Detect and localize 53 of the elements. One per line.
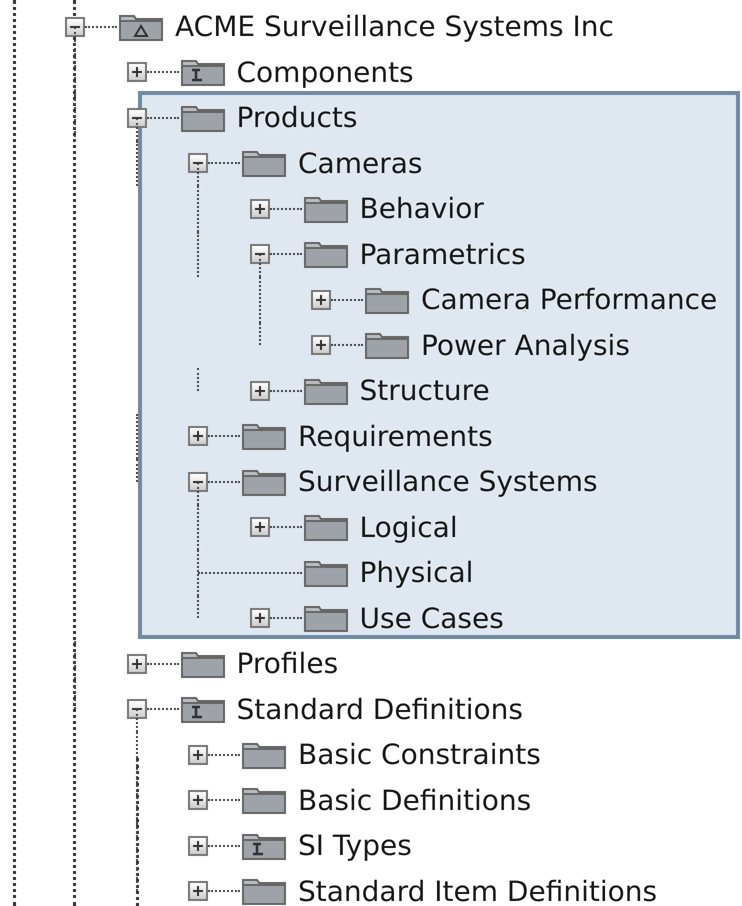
- collapse-toggle[interactable]: [65, 16, 85, 37]
- expand-toggle[interactable]: [188, 426, 208, 446]
- plus-icon: [254, 612, 266, 624]
- tree-item-label[interactable]: Camera Performance: [421, 283, 718, 316]
- tree-item-label[interactable]: Products: [236, 101, 358, 134]
- tree-item-label[interactable]: Use Cases: [360, 602, 504, 635]
- expand-toggle[interactable]: [126, 62, 146, 82]
- collapse-toggle[interactable]: [188, 153, 208, 174]
- expand-toggle[interactable]: [188, 881, 208, 902]
- tree-item-label[interactable]: Components: [236, 56, 414, 89]
- tree-item-label[interactable]: Standard Definitions: [236, 692, 523, 726]
- tree-item-label[interactable]: Basic Constraints: [298, 738, 541, 772]
- plus-icon: [192, 885, 204, 898]
- plus-icon: [192, 794, 204, 806]
- expand-toggle[interactable]: [250, 608, 270, 628]
- plus-icon: [254, 202, 266, 215]
- tree-item-label[interactable]: SI Types: [298, 829, 412, 862]
- expand-toggle[interactable]: [250, 198, 270, 219]
- tree-item-label[interactable]: Parametrics: [360, 238, 526, 271]
- tree-item-label[interactable]: Surveillance Systems: [298, 465, 598, 498]
- expand-toggle[interactable]: [250, 380, 270, 401]
- collapse-toggle[interactable]: [250, 244, 270, 264]
- folder-icon: [241, 876, 287, 906]
- tree-item-label[interactable]: Basic Definitions: [298, 784, 532, 817]
- expand-toggle[interactable]: [188, 744, 208, 765]
- tree-item-label[interactable]: Physical: [360, 556, 474, 590]
- tree-item-label[interactable]: Standard Item Definitions: [298, 874, 658, 906]
- plus-icon: [254, 384, 266, 397]
- tree-item-label[interactable]: Behavior: [360, 192, 484, 226]
- expand-toggle[interactable]: [188, 790, 208, 810]
- plus-icon: [192, 840, 204, 852]
- tree-item-label[interactable]: Power Analysis: [421, 328, 630, 362]
- expand-toggle[interactable]: [311, 290, 331, 310]
- plus-icon: [130, 66, 142, 78]
- collapse-toggle[interactable]: [188, 472, 208, 492]
- plus-icon: [192, 430, 204, 442]
- plus-icon: [315, 294, 327, 306]
- tree-item-label[interactable]: Requirements: [298, 420, 493, 453]
- plus-icon: [315, 339, 327, 352]
- expand-toggle[interactable]: [188, 836, 208, 856]
- expand-toggle[interactable]: [126, 654, 146, 674]
- tree-item-label[interactable]: Cameras: [298, 146, 422, 180]
- plus-icon: [192, 748, 204, 761]
- collapse-toggle[interactable]: [126, 108, 146, 128]
- tree-item-label[interactable]: Profiles: [236, 647, 338, 680]
- plus-icon: [254, 521, 266, 534]
- tree-item-label[interactable]: Structure: [360, 374, 490, 408]
- collapse-toggle[interactable]: [126, 699, 146, 720]
- expand-toggle[interactable]: [250, 517, 270, 538]
- tree-item-label[interactable]: ACME Surveillance Systems Inc: [175, 10, 614, 44]
- tree-item-label[interactable]: Logical: [360, 510, 458, 544]
- expand-toggle[interactable]: [311, 335, 331, 356]
- plus-icon: [130, 658, 142, 670]
